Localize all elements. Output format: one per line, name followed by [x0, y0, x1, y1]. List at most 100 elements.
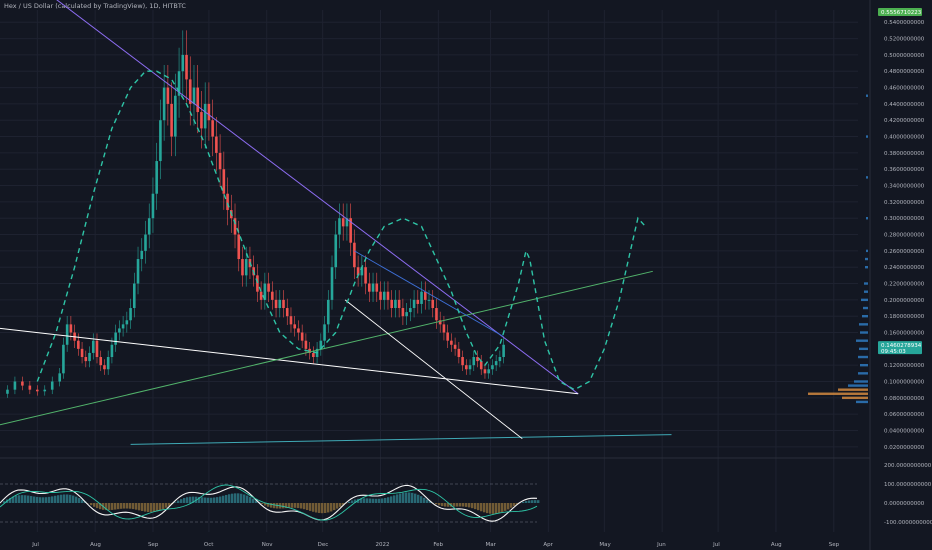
price-tick-label: 0.0400000000	[884, 429, 925, 435]
candle-body	[241, 259, 244, 276]
oscillator-histogram-bar	[96, 503, 99, 509]
candle-body	[394, 299, 397, 309]
candle-body	[144, 234, 147, 251]
oscillator-histogram-bar	[93, 503, 96, 507]
oscillator-histogram-bar	[33, 496, 36, 503]
oscillator-histogram-bar	[462, 503, 465, 507]
oscillator-histogram-bar	[24, 495, 27, 503]
candle-body	[382, 291, 386, 300]
candle-body	[36, 389, 39, 392]
time-axis-label: Mar	[486, 542, 497, 548]
oscillator-histogram-bar	[291, 503, 294, 508]
oscillator-histogram-bar	[48, 496, 51, 503]
oscillator-histogram-bar	[174, 502, 177, 503]
volume-profile-bar	[856, 339, 868, 342]
volume-profile-bar	[865, 266, 868, 269]
oscillator-histogram-bar	[504, 503, 507, 511]
oscillator-histogram-bar	[300, 503, 303, 509]
price-tick-label: 0.0200000000	[884, 445, 925, 451]
oscillator-histogram-bar	[189, 496, 192, 503]
candle-body	[278, 299, 282, 309]
oscillator-histogram-bar	[480, 503, 483, 512]
oscillator-histogram-bar	[309, 503, 312, 511]
price-tick-label: 0.0800000000	[884, 396, 925, 402]
candle-body	[405, 312, 408, 317]
oscillator-histogram-bar	[525, 501, 528, 503]
candle-body	[244, 259, 248, 276]
oscillator-histogram-bar	[372, 498, 375, 503]
chart-canvas: 0.5400000000 0.5200000000 0.5000000000 0.48…	[0, 0, 932, 550]
candle-body	[174, 95, 177, 137]
oscillator-histogram-bar	[330, 503, 333, 512]
time-axis-label: Dec	[318, 542, 329, 548]
price-tick-label: 0.4400000000	[884, 102, 925, 108]
oscillator-histogram-bar	[468, 503, 471, 508]
time-axis-label: Sep	[148, 542, 159, 548]
candle-body	[58, 373, 61, 382]
candle-body	[132, 283, 136, 309]
oscillator-histogram-bar	[531, 500, 534, 503]
candle-body	[88, 352, 91, 362]
candle-body	[110, 344, 114, 358]
candle-body	[420, 291, 423, 304]
volume-profile-bar	[856, 400, 868, 404]
price-tick-label: 0.5400000000	[884, 20, 925, 26]
price-tick-label: 0.3200000000	[884, 200, 925, 206]
oscillator-histogram-bar	[72, 495, 75, 503]
candle-body	[427, 299, 431, 301]
candle-body	[155, 161, 158, 194]
oscillator-histogram-bar	[501, 503, 504, 513]
volume-profile-bar	[866, 249, 868, 253]
price-tick-label: 0.2800000000	[884, 233, 925, 239]
oscillator-histogram-bar	[387, 497, 390, 503]
oscillator-histogram-bar	[21, 495, 24, 503]
candle-body	[80, 348, 84, 358]
oscillator-histogram-bar	[492, 503, 495, 514]
oscillator-histogram-bar	[180, 499, 183, 503]
oscillator-histogram-bar	[225, 494, 228, 503]
candle-body	[334, 234, 338, 268]
oscillator-histogram-bar	[165, 503, 168, 508]
oscillator-histogram-bar	[411, 492, 414, 503]
candle-body	[285, 308, 289, 317]
price-badge-label: 0.5556710223	[881, 10, 922, 16]
candle-body	[267, 283, 270, 292]
candle-body	[256, 275, 259, 292]
candle-body	[323, 324, 326, 341]
candle-body	[274, 299, 278, 309]
time-axis-label: Apr	[543, 542, 553, 548]
volume-profile-bar	[808, 392, 868, 395]
candle-body	[166, 87, 170, 104]
price-tick-label: 0.3800000000	[884, 151, 925, 157]
candle-body	[185, 54, 188, 80]
price-chart[interactable]: Hex / US Dollar (calculated by TradingVi…	[0, 0, 932, 550]
oscillator-histogram-bar	[393, 495, 396, 503]
oscillator-histogram-bar	[246, 495, 249, 503]
candle-body	[147, 218, 151, 235]
oscillator-histogram-bar	[273, 503, 276, 509]
candle-body	[386, 291, 390, 300]
oscillator-histogram-bar	[441, 503, 444, 507]
oscillator-histogram-bar	[426, 499, 429, 503]
oscillator-histogram-bar	[153, 503, 156, 512]
candle-body	[341, 218, 345, 227]
oscillator-histogram-bar	[117, 503, 120, 510]
candle-body	[125, 320, 129, 325]
oscillator-histogram-bar	[207, 497, 210, 503]
volume-profile-bar	[864, 282, 868, 285]
volume-profile-bar	[866, 176, 868, 179]
candle-body	[21, 381, 24, 386]
candle-body	[50, 381, 54, 390]
oscillator-histogram-bar	[333, 503, 336, 511]
candle-body	[218, 152, 222, 170]
price-tick-label: 0.3400000000	[884, 184, 925, 190]
oscillator-histogram-bar	[477, 503, 480, 511]
candle-body	[95, 340, 99, 358]
oscillator-tick-label: -100.0000000000	[884, 520, 932, 526]
oscillator-histogram-bar	[60, 494, 63, 503]
oscillator-histogram-bar	[261, 503, 264, 505]
candle-body	[379, 291, 382, 300]
oscillator-histogram-bar	[507, 503, 510, 510]
candle-body	[457, 348, 461, 358]
oscillator-histogram-bar	[489, 503, 492, 514]
